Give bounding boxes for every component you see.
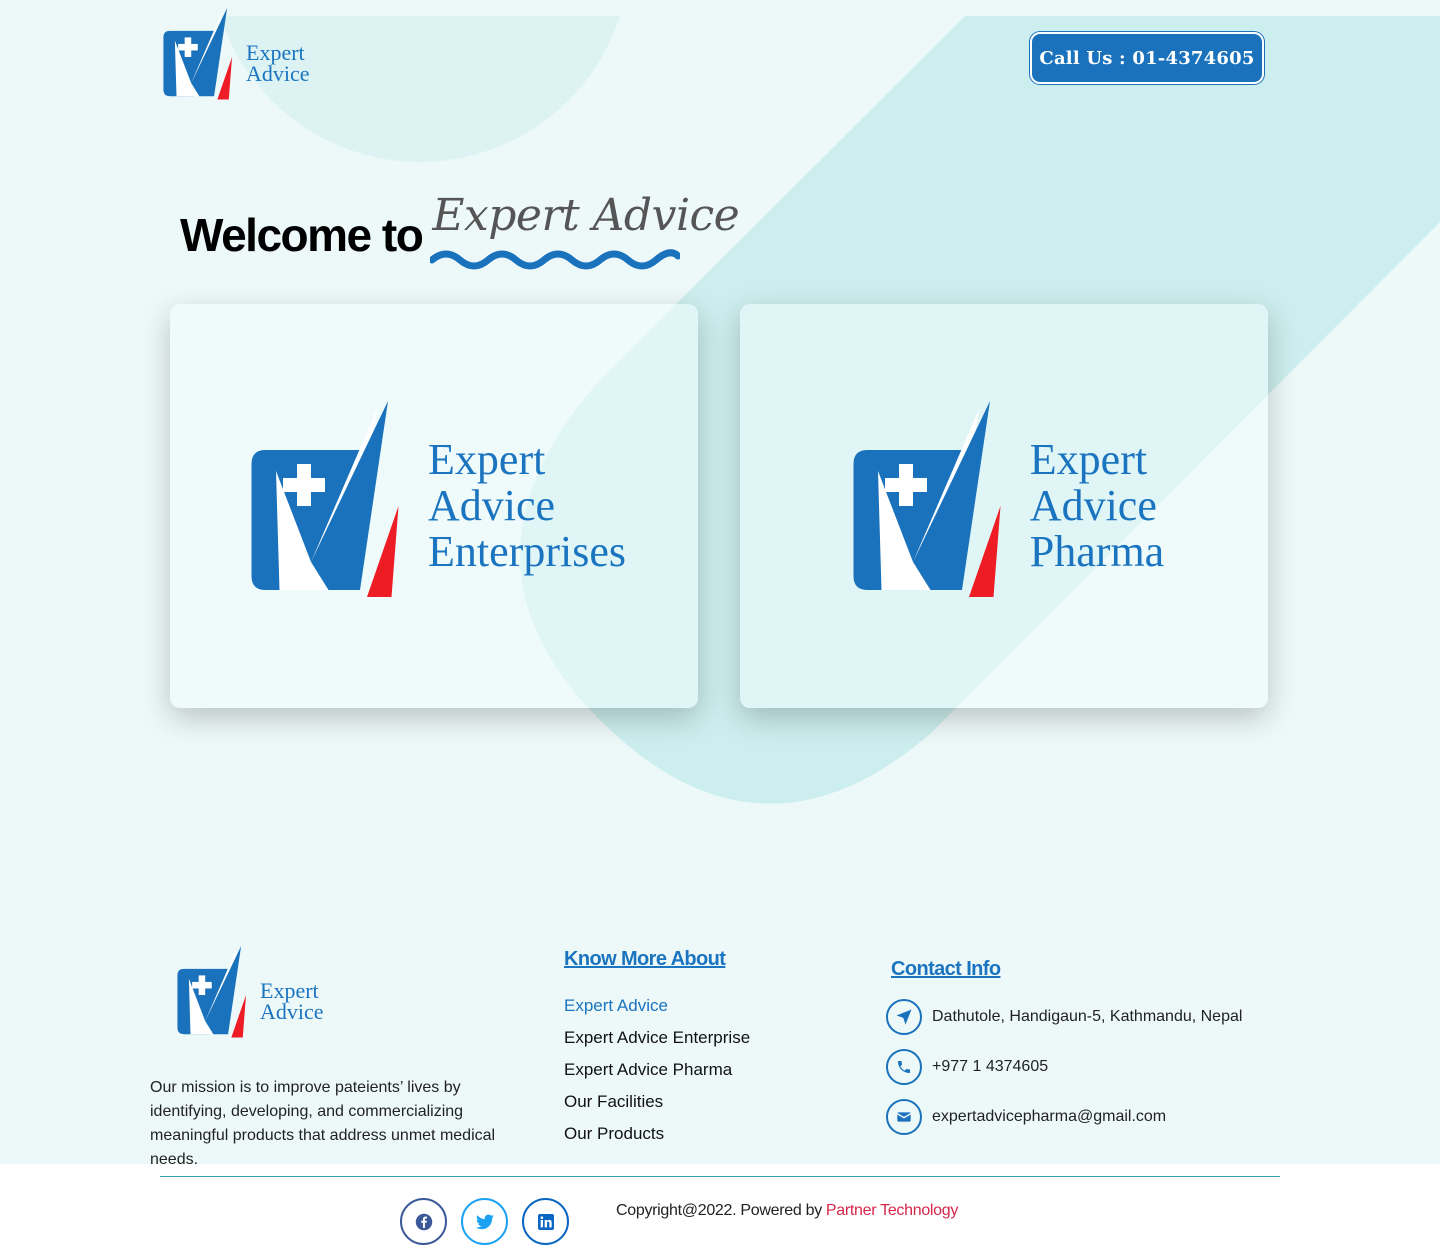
contact-phone-text[interactable]: +977 1 4374605 <box>932 1058 1048 1076</box>
card-logo-line-3: Enterprises <box>428 527 626 577</box>
twitter-icon <box>475 1214 494 1229</box>
welcome-script-text: Expert Advice <box>432 190 740 241</box>
header-logo[interactable]: Expert Advice <box>160 8 310 106</box>
copyright-text: Copyright@2022. Powered by <box>616 1202 822 1219</box>
know-more-link-expert-advice[interactable]: Expert Advice <box>564 994 750 1026</box>
linkedin-button[interactable] <box>522 1198 569 1245</box>
wave-underline-icon <box>430 249 681 270</box>
card-expert-advice-pharma[interactable]: Expert Advice Pharma <box>740 304 1268 708</box>
know-more-list: Expert Advice Expert Advice Enterprise E… <box>564 994 750 1154</box>
know-more-link-facilities[interactable]: Our Facilities <box>564 1090 750 1122</box>
contact-address: Dathutole, Handigaun-5, Kathmandu, Nepal <box>886 999 1242 1035</box>
card-logo-line-1: Expert <box>428 434 546 484</box>
logo-line-2: Advice <box>260 999 324 1024</box>
enterprises-logo-text: Expert Advice Enterprises <box>428 434 626 577</box>
pharma-logo: Expert Advice Pharma <box>844 401 1164 611</box>
location-arrow-icon <box>886 999 922 1035</box>
logo-text: Expert Advice <box>246 42 310 86</box>
logo-mark-icon <box>853 401 1001 597</box>
logo-mark-icon <box>163 8 233 100</box>
card-logo-line-1: Expert <box>1029 434 1148 484</box>
card-logo-line-2: Advice <box>428 480 556 530</box>
facebook-button[interactable] <box>400 1198 447 1245</box>
know-more-link-products[interactable]: Our Products <box>564 1122 750 1154</box>
know-more-title: Know More About <box>564 948 726 970</box>
linkedin-icon <box>537 1213 554 1230</box>
logo-mark-icon <box>251 401 399 597</box>
pharma-logo-text: Expert Advice Pharma <box>1029 434 1165 577</box>
phone-icon <box>886 1049 922 1085</box>
welcome-heading: Welcome to Expert Advice <box>180 190 740 270</box>
card-expert-advice-enterprises[interactable]: Expert Advice Enterprises <box>170 304 698 708</box>
logo-text: Expert Advice <box>260 980 324 1024</box>
envelope-icon <box>886 1099 922 1135</box>
card-logo-line-3: Pharma <box>1029 527 1165 577</box>
copyright: Copyright@2022. Powered by Partner Techno… <box>616 1202 958 1220</box>
welcome-script-title: Expert Advice <box>430 190 740 270</box>
twitter-button[interactable] <box>461 1198 508 1245</box>
know-more-link-enterprise[interactable]: Expert Advice Enterprise <box>564 1026 750 1058</box>
contact-info-title: Contact Info <box>891 958 1001 980</box>
contact-phone[interactable]: +977 1 4374605 <box>886 1049 1048 1085</box>
welcome-lead: Welcome to <box>180 209 424 261</box>
logo-mark-icon <box>177 946 247 1038</box>
facebook-icon <box>415 1213 432 1230</box>
contact-email-text[interactable]: expertadvicepharma@gmail.com <box>932 1108 1166 1126</box>
footer-logo[interactable]: Expert Advice <box>174 946 324 1044</box>
enterprises-logo: Expert Advice Enterprises <box>242 401 626 611</box>
card-logo-line-2: Advice <box>1029 480 1157 530</box>
logo-line-2: Advice <box>246 61 310 86</box>
partner-technology-link[interactable]: Partner Technology <box>826 1202 958 1219</box>
call-us-button[interactable]: Call Us : 01-4374605 <box>1030 32 1264 84</box>
contact-email[interactable]: expertadvicepharma@gmail.com <box>886 1099 1166 1135</box>
mission-statement: Our mission is to improve pateients’ liv… <box>150 1079 496 1168</box>
footer-divider <box>160 1176 1280 1177</box>
know-more-link-pharma[interactable]: Expert Advice Pharma <box>564 1058 750 1090</box>
contact-address-text: Dathutole, Handigaun-5, Kathmandu, Nepal <box>932 1008 1243 1025</box>
